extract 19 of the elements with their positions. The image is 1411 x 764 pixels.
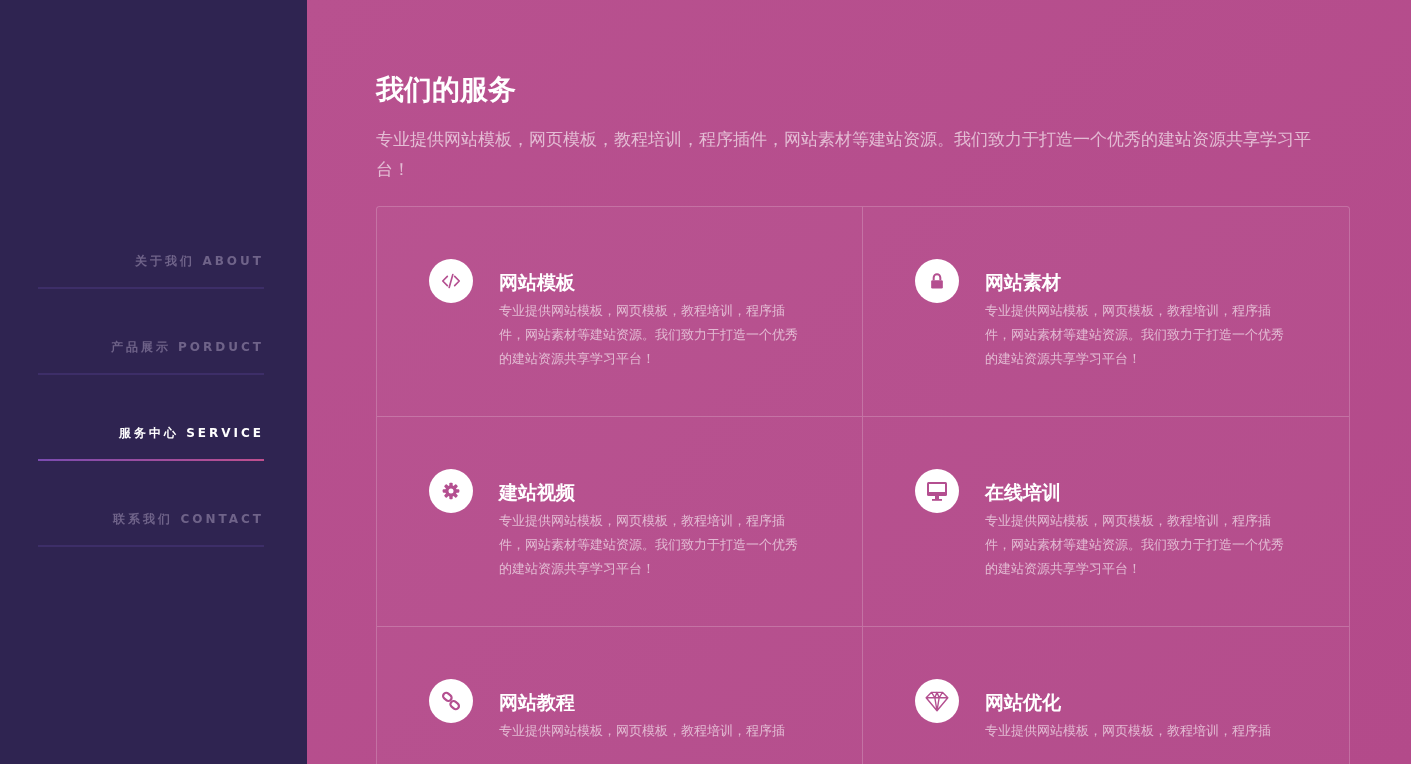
- code-icon: [429, 259, 473, 303]
- service-description: 专业提供网站模板，网页模板，教程培训，程序插: [499, 722, 786, 740]
- service-description: 专业提供网站模板，网页模板，教程培训，程序插: [985, 722, 1272, 740]
- service-title: 在线培训: [985, 480, 1062, 505]
- monitor-icon: [915, 469, 959, 513]
- service-title: 网站优化: [985, 690, 1062, 715]
- nav-link[interactable]: 服务中心 SERVICE: [38, 425, 264, 461]
- section-title: 我们的服务: [376, 72, 517, 108]
- service-title: 网站模板: [499, 270, 576, 295]
- section-subtitle: 专业提供网站模板，网页模板，教程培训，程序插件，网站素材等建站资源。我们致力于打造一个优秀的建站资源共享学习平台！: [376, 128, 1312, 181]
- nav-link[interactable]: 产品展示 PORDUCT: [38, 339, 264, 375]
- nav-link[interactable]: 关于我们 ABOUT: [38, 253, 264, 289]
- lock-icon: [915, 259, 959, 303]
- service-title: 网站教程: [499, 690, 576, 715]
- gear-icon: [429, 469, 473, 513]
- nav-link[interactable]: 联系我们 CONTACT: [38, 511, 264, 547]
- service-title: 建站视频: [499, 480, 576, 505]
- link-icon: [429, 679, 473, 723]
- service-title: 网站素材: [985, 270, 1062, 295]
